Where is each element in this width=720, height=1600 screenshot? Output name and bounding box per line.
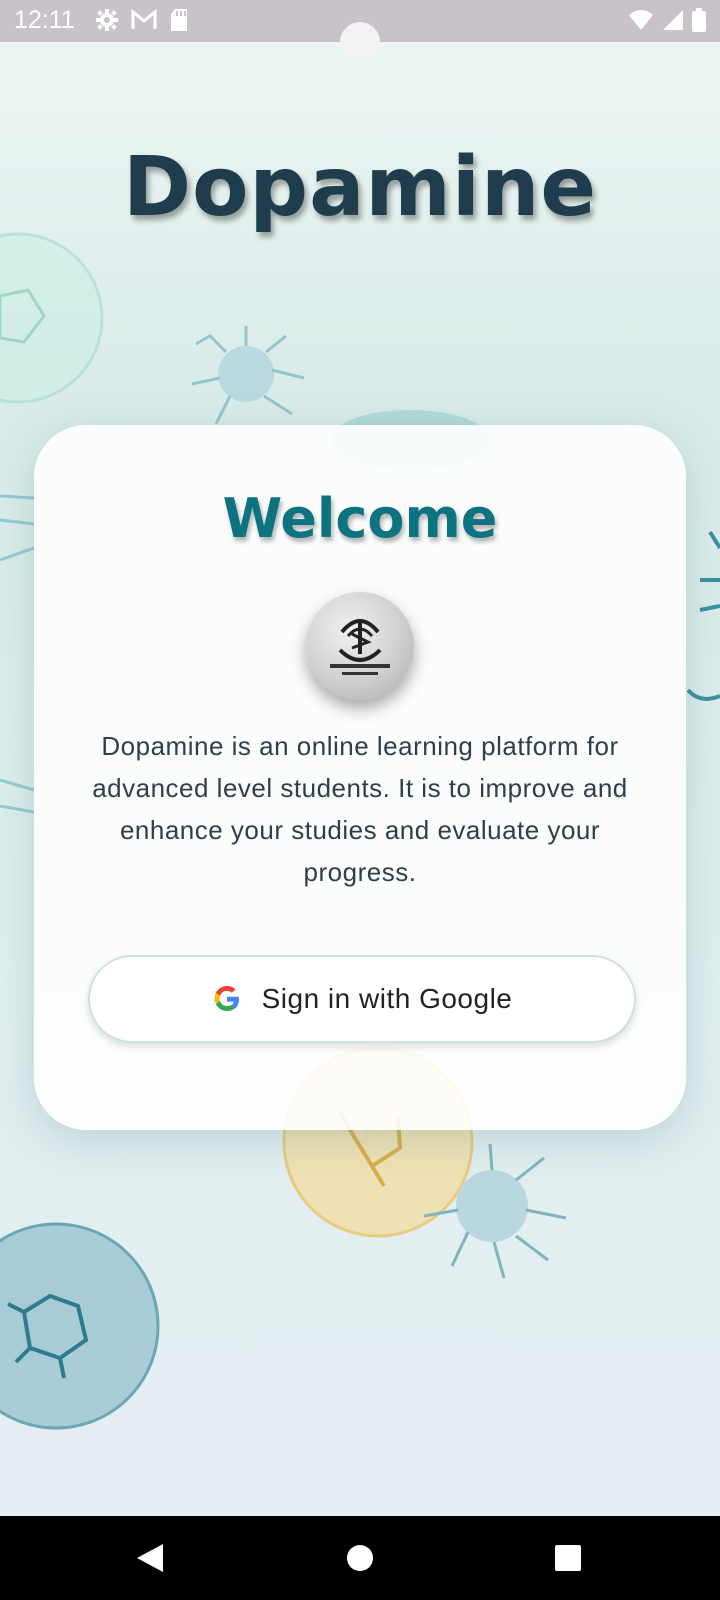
- battery-icon: [692, 8, 706, 32]
- welcome-heading: Welcome: [222, 487, 498, 550]
- camera-cutout: [340, 22, 380, 62]
- google-icon: [214, 986, 239, 1011]
- status-time: 12:11: [14, 6, 75, 34]
- home-icon: [347, 1545, 373, 1571]
- welcome-card: Welcome Dopamine is an online learning p…: [34, 425, 686, 1130]
- gmail-icon: [131, 9, 157, 29]
- home-button[interactable]: [338, 1536, 382, 1580]
- google-sign-in-button[interactable]: Sign in with Google: [88, 955, 636, 1043]
- sd-card-icon: [171, 9, 187, 31]
- status-icons-left: [95, 8, 189, 32]
- back-icon: [137, 1544, 163, 1572]
- recents-icon: [555, 1545, 581, 1571]
- app-logo-icon: [330, 619, 390, 675]
- signal-icon: [663, 10, 683, 30]
- recents-button[interactable]: [546, 1536, 590, 1580]
- wifi-icon: [629, 10, 653, 30]
- app-title: Dopamine: [123, 140, 597, 235]
- gear-icon: [96, 9, 118, 31]
- google-sign-in-label: Sign in with Google: [261, 983, 513, 1014]
- navigation-bar: [0, 1516, 720, 1600]
- back-button[interactable]: [128, 1536, 172, 1580]
- status-icons-right: [628, 8, 706, 32]
- app-logo: [306, 592, 414, 700]
- app-description: Dopamine is an online learning platform …: [92, 731, 628, 887]
